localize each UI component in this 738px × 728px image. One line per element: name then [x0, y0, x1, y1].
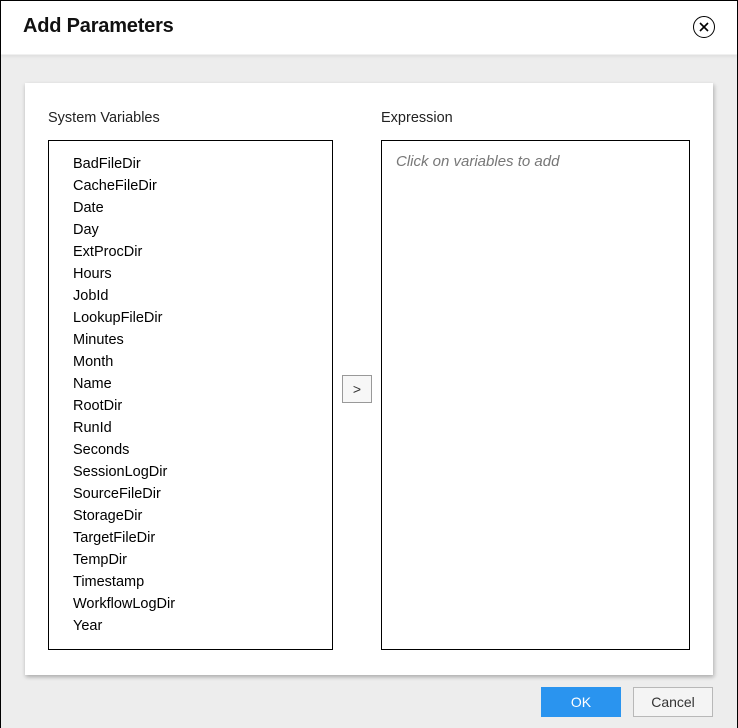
system-variables-listbox[interactable]: BadFileDirCacheFileDirDateDayExtProcDirH… — [48, 140, 333, 650]
dialog-body: System Variables BadFileDirCacheFileDirD… — [1, 55, 737, 728]
list-item[interactable]: Timestamp — [73, 571, 324, 593]
dialog-header: Add Parameters — [1, 1, 737, 55]
list-item[interactable]: Day — [73, 219, 324, 241]
list-item[interactable]: SourceFileDir — [73, 483, 324, 505]
close-icon — [699, 22, 709, 32]
system-variables-column: System Variables BadFileDirCacheFileDirD… — [48, 110, 333, 650]
list-item[interactable]: BadFileDir — [73, 153, 324, 175]
dialog-title: Add Parameters — [23, 15, 174, 38]
list-item[interactable]: SessionLogDir — [73, 461, 324, 483]
list-item[interactable]: StorageDir — [73, 505, 324, 527]
list-item[interactable]: TempDir — [73, 549, 324, 571]
list-item[interactable]: Date — [73, 197, 324, 219]
list-item[interactable]: RunId — [73, 417, 324, 439]
list-item[interactable]: WorkflowLogDir — [73, 593, 324, 615]
list-item[interactable]: Month — [73, 351, 324, 373]
list-item[interactable]: Minutes — [73, 329, 324, 351]
content-panel: System Variables BadFileDirCacheFileDirD… — [25, 83, 713, 675]
list-item[interactable]: LookupFileDir — [73, 307, 324, 329]
expression-column: Expression — [381, 110, 690, 650]
dialog-frame: Add Parameters System Variables BadFileD… — [0, 0, 738, 728]
system-variables-header: System Variables — [48, 110, 333, 126]
cancel-button[interactable]: Cancel — [633, 687, 713, 717]
add-variable-button[interactable]: > — [342, 375, 372, 403]
list-item[interactable]: Seconds — [73, 439, 324, 461]
list-item[interactable]: Hours — [73, 263, 324, 285]
expression-header: Expression — [381, 110, 690, 126]
list-item[interactable]: Name — [73, 373, 324, 395]
close-button[interactable] — [693, 16, 715, 38]
dialog-footer: OK Cancel — [25, 675, 713, 717]
ok-button[interactable]: OK — [541, 687, 621, 717]
list-item[interactable]: ExtProcDir — [73, 241, 324, 263]
chevron-right-icon: > — [353, 381, 361, 397]
list-item[interactable]: Year — [73, 615, 324, 637]
list-item[interactable]: RootDir — [73, 395, 324, 417]
list-item[interactable]: JobId — [73, 285, 324, 307]
list-item[interactable]: CacheFileDir — [73, 175, 324, 197]
transfer-column: > — [333, 110, 381, 650]
list-item[interactable]: TargetFileDir — [73, 527, 324, 549]
expression-input[interactable] — [381, 140, 690, 650]
